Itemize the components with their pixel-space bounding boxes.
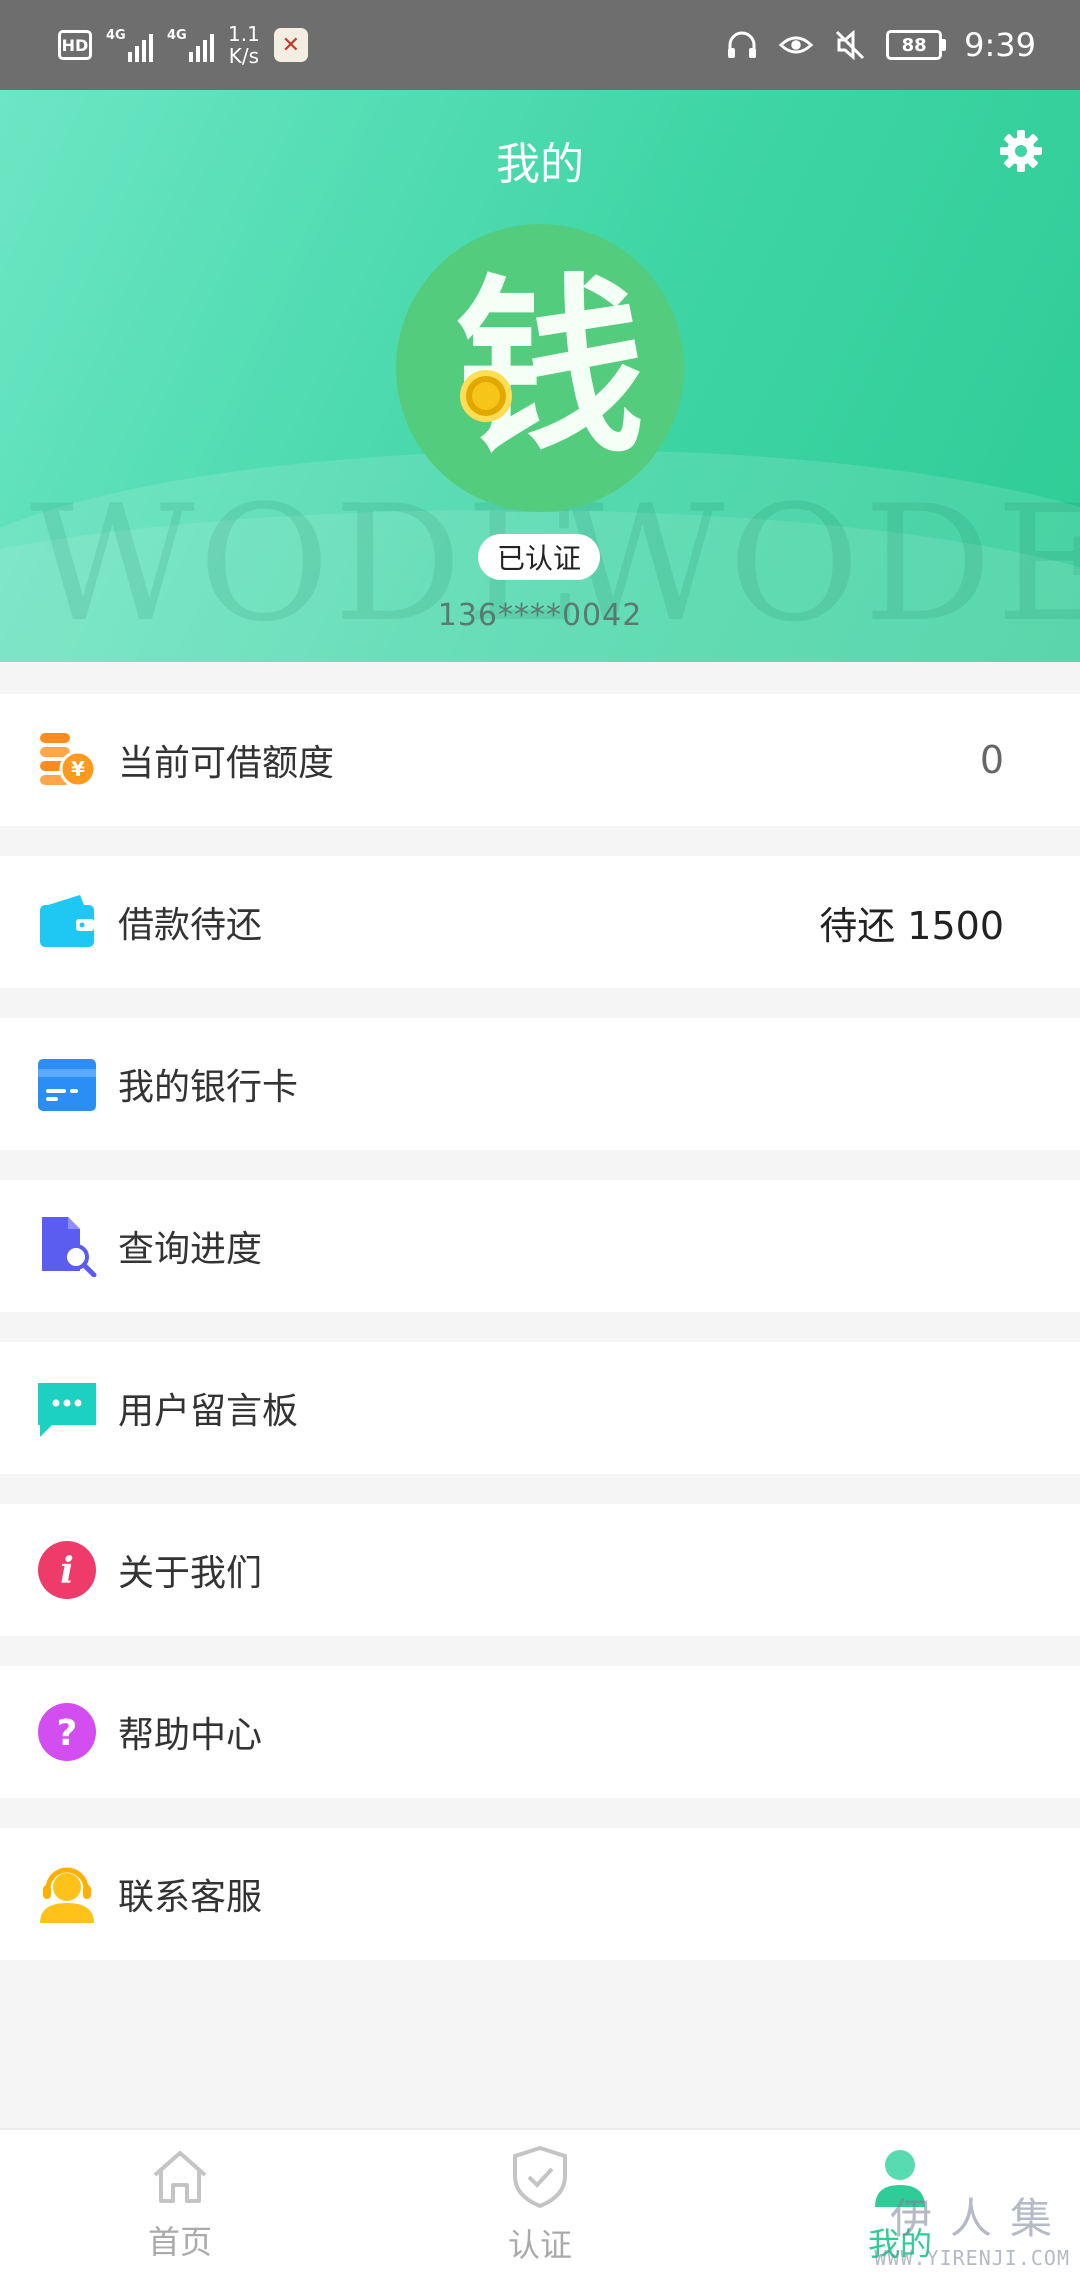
- shield-check-icon: [509, 2144, 571, 2214]
- signal-icon: 4G: [167, 28, 214, 62]
- menu-item-customer-service[interactable]: 联系客服: [0, 1828, 1080, 1960]
- menu-item-label: 借款待还: [118, 905, 263, 946]
- tab-home[interactable]: 首页: [0, 2130, 360, 2280]
- battery-icon: 88: [886, 30, 947, 60]
- menu-item-query-progress[interactable]: 查询进度: [0, 1180, 1080, 1312]
- app-notification-icon: ✕: [273, 28, 308, 62]
- menu-item-message-board[interactable]: 用户留言板: [0, 1342, 1080, 1474]
- tab-label: 首页: [147, 2223, 212, 2261]
- credit-limit-value: 0: [979, 738, 1004, 782]
- network-type-label: 4G: [167, 28, 187, 43]
- clock: 9:39: [964, 26, 1036, 64]
- home-icon: [149, 2147, 211, 2211]
- menu-item-label: 查询进度: [118, 1229, 263, 1270]
- menu-item-label: 帮助中心: [118, 1715, 263, 1756]
- watermark-url: WWW.YIRENJI.COM: [874, 2246, 1070, 2270]
- info-icon: i: [34, 1537, 100, 1603]
- menu-item-label: 当前可借额度: [118, 743, 335, 784]
- avatar[interactable]: 钱: [396, 224, 684, 512]
- phone-number: 136****0042: [437, 598, 643, 633]
- menu-item-bank-card[interactable]: 我的银行卡: [0, 1018, 1080, 1150]
- menu-item-help-center[interactable]: ? 帮助中心: [0, 1666, 1080, 1798]
- menu-item-label: 用户留言板: [118, 1391, 299, 1432]
- bottom-tab-bar: 首页 认证 我的 伊人集 WWW.YIRENJI.COM: [0, 2128, 1080, 2280]
- coin-icon: [460, 370, 512, 422]
- signal-icon: 4G: [106, 28, 153, 62]
- help-icon: ?: [34, 1699, 100, 1765]
- corner-watermark: 伊人集 WWW.YIRENJI.COM: [874, 2185, 1070, 2270]
- network-speed-value: 1.1: [228, 22, 260, 46]
- network-speed: 1.1 K/s: [228, 23, 260, 67]
- message-board-icon: [34, 1375, 100, 1441]
- menu-item-label: 联系客服: [118, 1877, 263, 1918]
- menu-item-label: 我的银行卡: [118, 1067, 299, 1108]
- svg-text:?: ?: [57, 1713, 78, 1754]
- headphones-icon: [724, 27, 760, 63]
- battery-level: 88: [886, 30, 943, 60]
- menu-list: ¥ 当前可借额度 0 借款待还 待还 1500 我的银行卡 查询进度 用户留言板…: [0, 694, 1080, 1990]
- wallet-icon: [34, 889, 100, 955]
- avatar-logo-char: 钱: [454, 256, 645, 479]
- network-speed-unit: K/s: [228, 44, 260, 68]
- watermark-chars: 伊人集: [889, 2194, 1070, 2243]
- eye-comfort-icon: [778, 27, 814, 63]
- settings-gear-icon[interactable]: [998, 128, 1044, 174]
- customer-service-icon: [34, 1861, 100, 1927]
- profile-header: WODE WODE 我的 钱 已认证 136****0042: [0, 90, 1080, 662]
- menu-item-label: 关于我们: [118, 1553, 263, 1594]
- status-bar: HD 4G 4G 1.1 K/s ✕ 88 9:39: [0, 0, 1080, 90]
- menu-item-loan-repayment[interactable]: 借款待还 待还 1500: [0, 856, 1080, 988]
- document-search-icon: [34, 1213, 100, 1279]
- menu-item-credit-limit[interactable]: ¥ 当前可借额度 0: [0, 694, 1080, 826]
- verified-badge: 已认证: [478, 534, 600, 580]
- menu-item-about-us[interactable]: i 关于我们: [0, 1504, 1080, 1636]
- bank-card-icon: [34, 1051, 100, 1117]
- svg-text:i: i: [60, 1550, 74, 1592]
- network-type-label: 4G: [106, 28, 126, 43]
- screen: HD 4G 4G 1.1 K/s ✕ 88 9:39 WODE WODE 我的 …: [0, 0, 1080, 2280]
- coin-stack-icon: ¥: [34, 727, 100, 793]
- svg-text:¥: ¥: [71, 757, 85, 781]
- mute-icon: [832, 27, 868, 63]
- tab-label: 认证: [507, 2226, 572, 2264]
- hd-badge: HD: [58, 30, 92, 60]
- page-title: 我的: [496, 139, 584, 190]
- tab-verification[interactable]: 认证: [360, 2130, 720, 2280]
- repayment-value: 待还 1500: [819, 903, 1004, 948]
